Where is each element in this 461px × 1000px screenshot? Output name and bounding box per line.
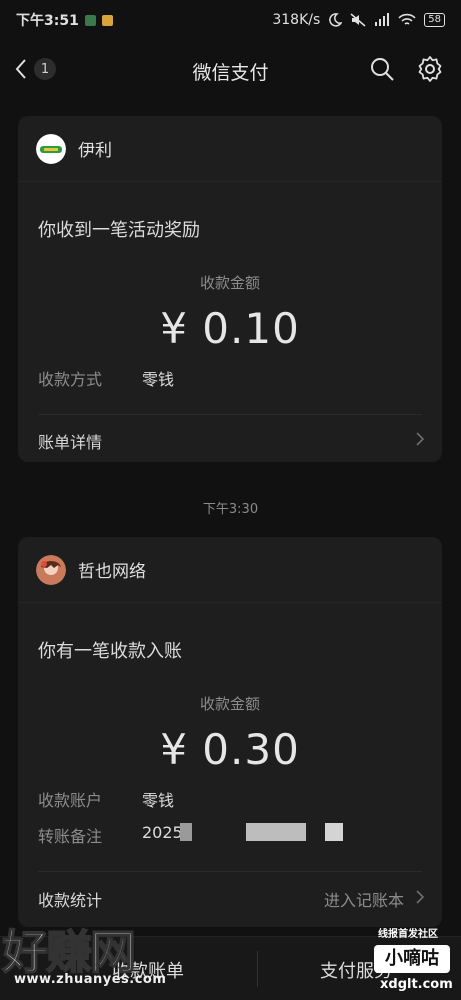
amount-value: ¥ 0.10 [160,304,300,353]
message-title: 你收到一笔活动奖励 [38,220,200,241]
wifi-icon [398,13,416,25]
watermark-url: www.zhuanyes.com [14,972,167,987]
status-time: 下午3:51 [16,13,79,29]
message-notification-icon [101,14,113,26]
amount-label: 收款金额 [199,274,260,292]
gear-icon[interactable] [416,55,444,83]
row-label: 收款方式 [38,370,103,389]
row-value: 2025 [142,823,183,842]
network-speed: 318K/s [272,12,321,28]
search-icon[interactable] [369,56,395,82]
row-label: 收款账户 [38,791,103,810]
signal-icon [375,13,390,26]
redacted-block [180,823,192,841]
message-title: 你有一笔收款入账 [38,641,182,662]
redacted-block [246,823,306,841]
status-bar: 下午3:51 318K/s 58 [0,0,461,40]
back-button[interactable]: 1 [14,54,64,84]
footer-label: 账单详情 [38,433,103,452]
moon-icon [329,13,343,27]
notification-app-icon [84,14,96,26]
back-arrow-icon [15,59,26,79]
payment-statistics-link[interactable]: 收款统计 进入记账本 [18,873,442,921]
bill-details-link[interactable]: 账单详情 [18,415,442,463]
nav-bar: 1 微信支付 [0,40,461,98]
merchant-name: 哲也网络 [78,562,146,582]
redacted-block [325,823,343,841]
merchant-avatar [36,554,66,585]
unread-count-badge: 1 [34,58,56,80]
payment-message-card[interactable]: 哲也网络 你有一笔收款入账 收款金额 ¥ 0.30 收款账户 零钱 转账备注 2… [18,537,442,927]
row-label: 转账备注 [38,827,103,846]
watermark-url: xdglt.com [380,977,453,992]
mute-icon [350,13,366,27]
amount-value: ¥ 0.30 [160,725,300,774]
footer-right-text: 进入记账本 [323,891,404,910]
amount-label: 收款金额 [199,695,260,713]
row-value: 零钱 [142,791,175,810]
merchant-avatar [36,133,66,164]
divider [257,951,258,987]
footer-label: 收款统计 [38,891,103,910]
row-value: 零钱 [142,370,175,389]
watermark-badge: 小嘀咕 [374,945,450,973]
payment-message-card[interactable]: 伊利 你收到一笔活动奖励 收款金额 ¥ 0.10 收款方式 零钱 账单详情 [18,116,442,462]
card-header: 哲也网络 [18,537,442,603]
chevron-right-icon [416,432,425,446]
chevron-right-icon [416,890,425,904]
merchant-name: 伊利 [78,141,112,161]
watermark-tagline: 线报首发社区 [378,929,438,940]
message-timestamp: 下午3:30 [202,502,259,517]
card-header: 伊利 [18,116,442,182]
divider [38,871,422,872]
battery-indicator: 58 [424,13,445,27]
